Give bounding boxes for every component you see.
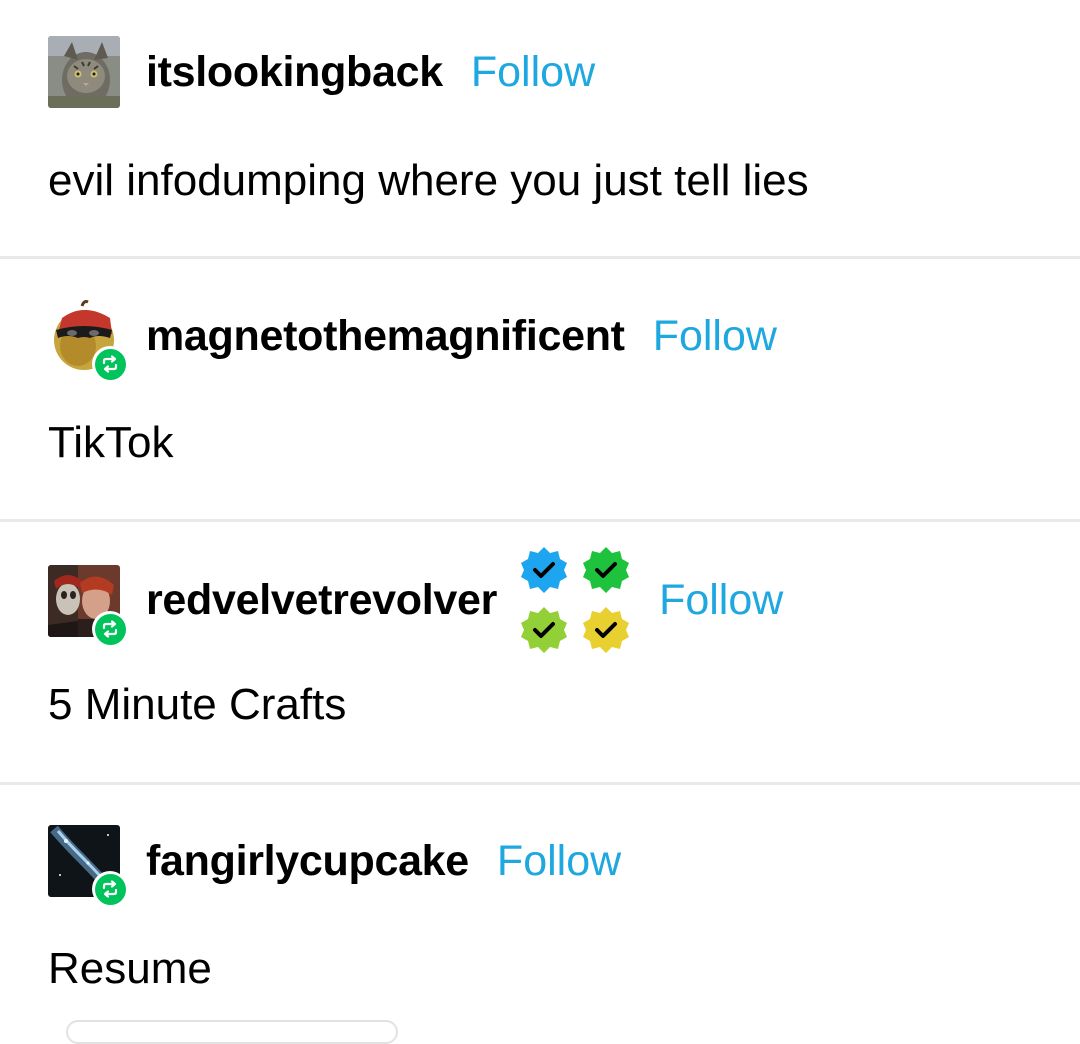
reblog-icon bbox=[94, 873, 126, 905]
post-header: fangirlycupcake Follow bbox=[48, 825, 621, 907]
avatar[interactable] bbox=[48, 300, 128, 382]
next-post-stub bbox=[66, 1020, 398, 1044]
follow-button[interactable]: Follow bbox=[659, 576, 783, 625]
follow-button[interactable]: Follow bbox=[653, 312, 777, 361]
follow-button[interactable]: Follow bbox=[471, 48, 595, 97]
verified-check-badge-icon bbox=[581, 605, 631, 655]
post-divider bbox=[0, 782, 1080, 785]
reblog-icon bbox=[94, 613, 126, 645]
cat-avatar-icon bbox=[48, 36, 120, 108]
username[interactable]: fangirlycupcake bbox=[146, 837, 469, 886]
reblog-icon bbox=[94, 348, 126, 380]
post-divider bbox=[0, 256, 1080, 259]
reblog-badge bbox=[92, 346, 128, 382]
verified-badges[interactable] bbox=[519, 545, 631, 655]
verified-check-badge-icon bbox=[519, 605, 569, 655]
reblog-badge bbox=[92, 611, 128, 647]
post-text: 5 Minute Crafts bbox=[48, 680, 347, 729]
avatar[interactable] bbox=[48, 565, 128, 647]
username[interactable]: redvelvetrevolver bbox=[146, 576, 497, 625]
post-header: redvelvetrevolver Follow bbox=[48, 545, 783, 655]
follow-button[interactable]: Follow bbox=[497, 837, 621, 886]
verified-check-badge-icon bbox=[581, 545, 631, 595]
post-header: itslookingback Follow bbox=[48, 36, 595, 108]
post-text: Resume bbox=[48, 944, 212, 993]
avatar[interactable] bbox=[48, 825, 128, 907]
post-text: TikTok bbox=[48, 418, 174, 467]
username[interactable]: magnetothemagnificent bbox=[146, 312, 625, 361]
username[interactable]: itslookingback bbox=[146, 48, 443, 97]
post-header: magnetothemagnificent Follow bbox=[48, 300, 777, 382]
post-divider bbox=[0, 519, 1080, 522]
reblog-badge bbox=[92, 871, 128, 907]
verified-check-badge-icon bbox=[519, 545, 569, 595]
post-text: evil infodumping where you just tell lie… bbox=[48, 156, 809, 205]
avatar[interactable] bbox=[48, 36, 120, 108]
